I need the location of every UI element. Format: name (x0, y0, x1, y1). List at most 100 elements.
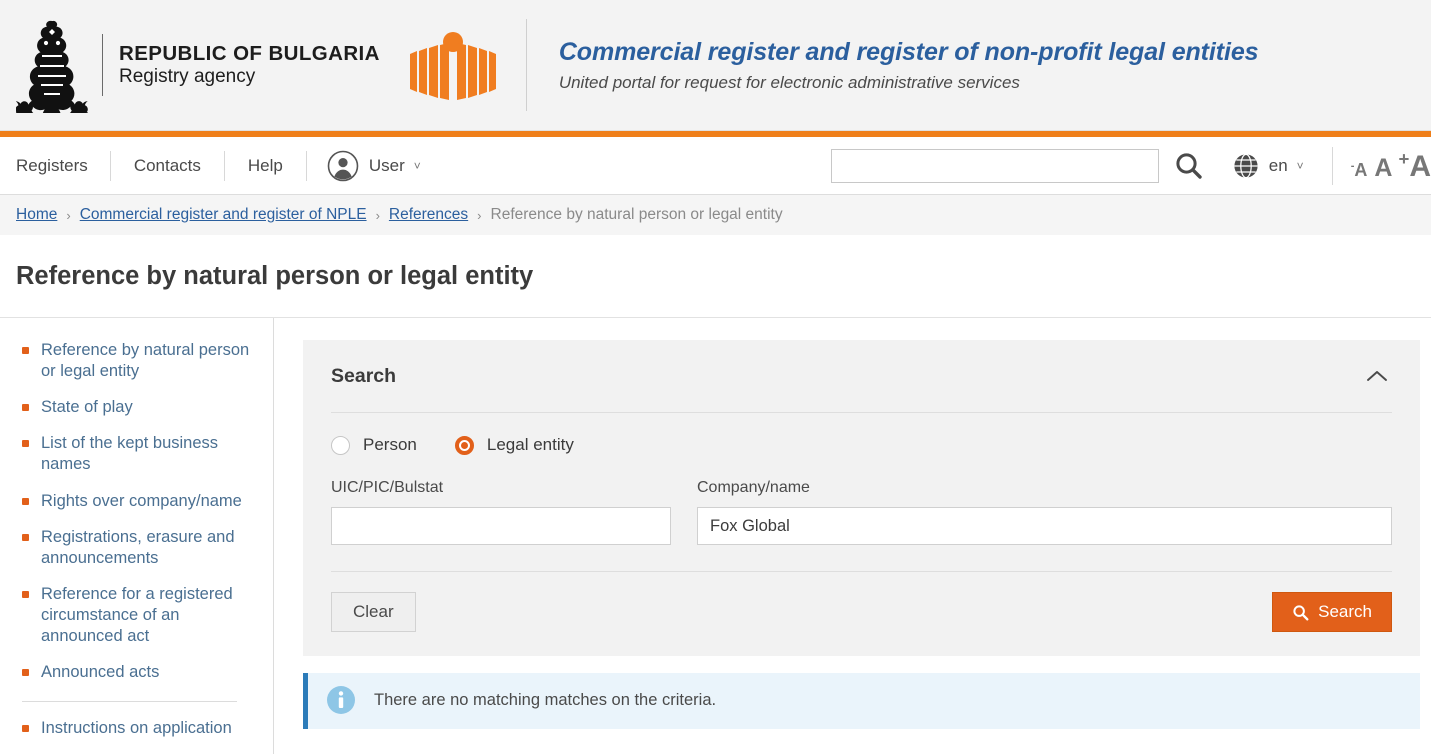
search-panel-title: Search (331, 364, 397, 387)
search-panel-collapse-button[interactable] (1362, 365, 1392, 387)
uic-input[interactable] (331, 507, 671, 545)
search-panel-header: Search (331, 340, 1392, 412)
language-selector[interactable]: en ˅ (1233, 153, 1304, 179)
search-panel: Search Person Legal entity UIC/PIC/Bulst… (303, 340, 1420, 656)
sidebar-item-label: Rights over company/name (41, 491, 242, 510)
radio-option-person[interactable]: Person (331, 435, 417, 455)
user-avatar-icon (327, 150, 359, 181)
font-size-controls: -A A +A (1351, 148, 1431, 184)
font-size-decrease-letter: A (1354, 159, 1368, 180)
bullet-icon (22, 725, 29, 733)
sidebar-item-label: Registrations, erasure and announcements (41, 527, 235, 567)
search-actions-row: Clear Search (331, 572, 1392, 656)
header-accent-rule (0, 130, 1431, 137)
font-size-normal-button[interactable]: A (1374, 154, 1392, 183)
uic-field-group: UIC/PIC/Bulstat (331, 479, 671, 545)
sidebar-item-announced-acts[interactable]: Announced acts (16, 662, 261, 683)
bullet-icon (22, 347, 29, 354)
bullet-icon (22, 440, 29, 448)
search-icon (1292, 604, 1309, 621)
bullet-icon (22, 497, 29, 505)
company-field-group: Company/name (697, 479, 1392, 545)
bullet-icon (22, 404, 29, 412)
chevron-up-icon (1367, 371, 1387, 381)
brand-text: REPUBLIC OF BULGARIA Registry agency (119, 43, 380, 87)
main-nav-bar: Registers Contacts Help User ˅ en ˅ -A A… (0, 137, 1431, 195)
sidebar-item-rights-over-company[interactable]: Rights over company/name (16, 491, 261, 512)
company-field-label: Company/name (697, 479, 810, 496)
registry-agency-logo-icon (409, 32, 496, 100)
brand-divider (102, 34, 103, 96)
chevron-down-icon: ˅ (1296, 158, 1304, 173)
page-title-section: Reference by natural person or legal ent… (0, 235, 1431, 318)
global-search-button[interactable] (1173, 150, 1205, 182)
subject-type-radio-group: Person Legal entity (331, 413, 1392, 465)
sidebar-item-label: State of play (41, 398, 133, 417)
nav-user-label: User (368, 155, 405, 175)
search-submit-label: Search (1318, 602, 1372, 621)
font-size-increase-letter: A (1409, 149, 1431, 183)
search-fields-row: UIC/PIC/Bulstat Company/name (331, 465, 1392, 571)
search-submit-button[interactable]: Search (1272, 592, 1392, 632)
nav-separator (1331, 146, 1333, 185)
brand-country: REPUBLIC OF BULGARIA (119, 41, 380, 65)
site-header: REPUBLIC OF BULGARIA Registry agency Com… (0, 0, 1431, 130)
info-icon (327, 686, 355, 714)
radio-legal-entity-circle[interactable] (454, 435, 474, 455)
chevron-down-icon: ˅ (413, 158, 421, 173)
bullet-icon (22, 590, 29, 598)
breadcrumb-item-references[interactable]: References (389, 206, 468, 224)
radio-legal-entity-label: Legal entity (486, 435, 574, 454)
radio-person-label: Person (363, 435, 417, 454)
sidebar-item-registrations[interactable]: Registrations, erasure and announcements (16, 527, 261, 569)
main-content: Search Person Legal entity UIC/PIC/Bulst… (274, 318, 1431, 729)
clear-button[interactable]: Clear (331, 592, 416, 632)
sidebar-divider (22, 701, 237, 703)
font-size-decrease-button[interactable]: -A (1351, 160, 1368, 181)
nav-item-contacts[interactable]: Contacts (111, 156, 224, 176)
sidebar-item-label: Reference for a registered circumstance … (41, 584, 233, 646)
no-results-message: There are no matching matches on the cri… (303, 673, 1420, 729)
sidebar-item-business-names[interactable]: List of the kept business names (16, 433, 261, 475)
radio-option-legal-entity[interactable]: Legal entity (454, 435, 574, 455)
header-divider (525, 19, 527, 111)
language-label: en (1268, 155, 1288, 175)
breadcrumb: Home › Commercial register and register … (0, 195, 1431, 235)
sidebar-item-registered-circumstance[interactable]: Reference for a registered circumstance … (16, 584, 261, 647)
sidebar-item-label: Instructions on application (41, 719, 232, 738)
brand-agency: Registry agency (119, 66, 256, 88)
portal-subtitle: United portal for request for electronic… (558, 72, 1020, 92)
content-area: Reference by natural person or legal ent… (0, 318, 1431, 754)
nav-item-help[interactable]: Help (225, 156, 306, 176)
nav-user-menu[interactable]: User ˅ (307, 150, 441, 182)
sidebar-nav: Reference by natural person or legal ent… (0, 318, 274, 754)
sidebar-item-reference-by-person[interactable]: Reference by natural person or legal ent… (16, 340, 261, 382)
bullet-icon (22, 533, 29, 541)
page-title: Reference by natural person or legal ent… (16, 261, 534, 290)
sidebar-item-label: Announced acts (41, 663, 160, 682)
company-name-input[interactable] (697, 507, 1392, 545)
sidebar-item-label: List of the kept business names (41, 434, 219, 474)
uic-field-label: UIC/PIC/Bulstat (331, 479, 444, 496)
breadcrumb-separator: › (375, 207, 380, 223)
nav-item-registers[interactable]: Registers (16, 156, 110, 176)
breadcrumb-item-current: Reference by natural person or legal ent… (490, 206, 783, 223)
no-results-message-text: There are no matching matches on the cri… (374, 690, 717, 709)
global-search-input[interactable] (830, 148, 1159, 183)
breadcrumb-separator: › (66, 207, 71, 223)
breadcrumb-separator: › (477, 207, 482, 223)
breadcrumb-item-register[interactable]: Commercial register and register of NPLE (80, 206, 367, 224)
search-icon (1176, 152, 1202, 179)
bullet-icon (22, 669, 29, 677)
header-titles: Commercial register and register of non-… (559, 38, 1431, 93)
plus-sign: + (1398, 147, 1410, 169)
bulgaria-coat-of-arms-icon (16, 20, 88, 113)
breadcrumb-item-home[interactable]: Home (16, 206, 57, 224)
globe-icon (1234, 153, 1258, 178)
radio-person-circle[interactable] (331, 435, 350, 455)
sidebar-item-state-of-play[interactable]: State of play (16, 397, 261, 418)
brand-block: REPUBLIC OF BULGARIA Registry agency (16, 15, 498, 115)
sidebar-item-instructions[interactable]: Instructions on application (16, 718, 261, 739)
sidebar-item-label: Reference by natural person or legal ent… (41, 341, 250, 381)
font-size-increase-button[interactable]: +A (1398, 148, 1431, 184)
